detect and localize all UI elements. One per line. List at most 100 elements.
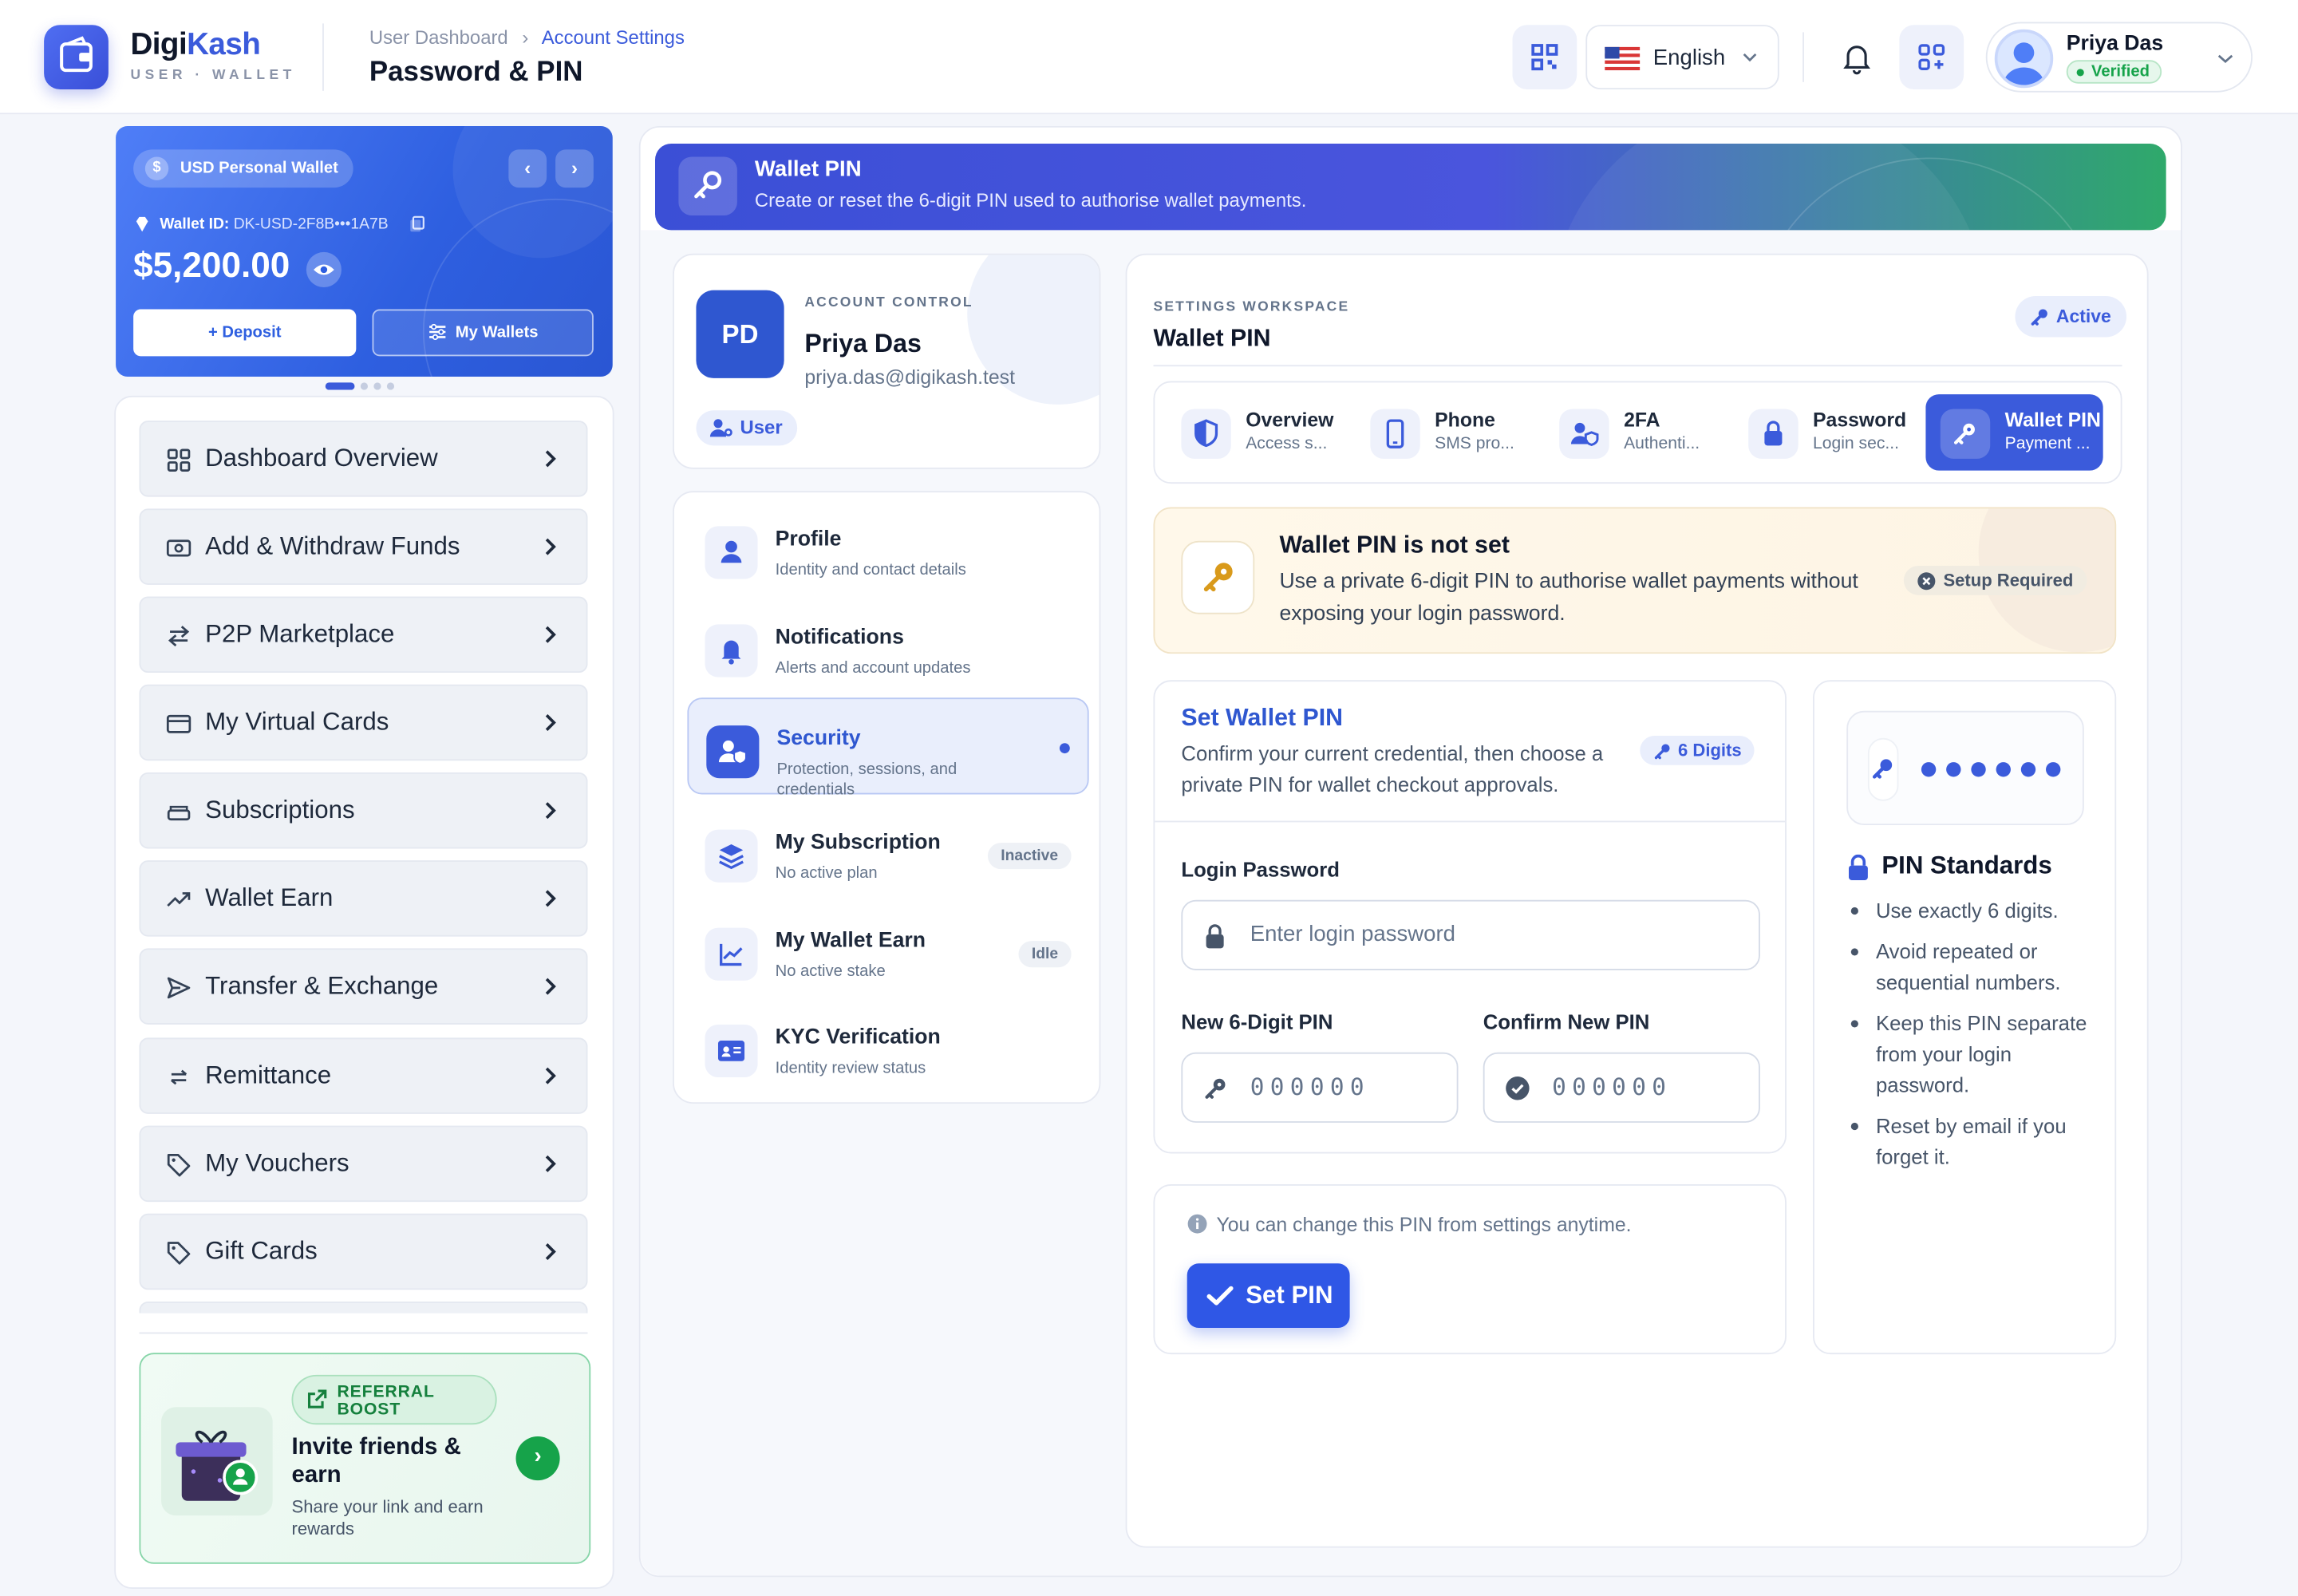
language-label: English (1652, 45, 1726, 71)
sidebar-item-subscriptions[interactable]: Subscriptions (139, 772, 588, 849)
tab-phone[interactable]: Phone SMS pro... (1356, 394, 1531, 471)
tab-overview[interactable]: Overview Access s... (1167, 394, 1342, 471)
sidebar-divider (139, 1332, 588, 1334)
card-icon (166, 714, 192, 733)
tab-title: Password (1812, 409, 1907, 431)
my-wallets-button[interactable]: My Wallets (372, 309, 594, 357)
copy-icon[interactable] (409, 215, 424, 233)
list-item: Use exactly 6 digits. (1850, 895, 2099, 926)
menu-item-my-subscription[interactable]: My Subscription No active plan Inactive (687, 804, 1088, 900)
confirm-pin-input[interactable]: 000000 (1483, 1052, 1760, 1123)
menu-item-notifications[interactable]: Notifications Alerts and account updates (687, 598, 1088, 694)
tab-subtitle: Login sec... (1812, 435, 1900, 453)
brand-name[interactable]: DigiKash (130, 28, 260, 63)
chevron-right-icon (545, 626, 556, 643)
list-item: Reset by email if you forget it. (1850, 1111, 2099, 1172)
sidebar-item-add-withdraw-funds[interactable]: Add & Withdraw Funds (139, 508, 588, 585)
menu-item-my-wallet-earn[interactable]: My Wallet Earn No active stake Idle (687, 902, 1088, 998)
wallet-balance: $5,200.00 (133, 246, 290, 286)
check-circle-icon (1506, 1077, 1530, 1100)
key-icon (678, 156, 737, 215)
sidebar-item-gift-cards[interactable]: Gift Cards (139, 1213, 588, 1290)
settings-workspace: SETTINGS WORKSPACE Wallet PIN Active Ove… (1125, 253, 2149, 1548)
trend-up-icon (167, 892, 191, 907)
user-icon (705, 526, 758, 579)
deposit-button[interactable]: + Deposit (133, 309, 357, 357)
gift-illustration-icon (161, 1407, 273, 1516)
sidebar-item-partial[interactable] (139, 1301, 588, 1314)
tab-subtitle: Payment ... (2004, 435, 2091, 453)
key-icon (1181, 540, 1255, 614)
menu-item-security[interactable]: Security Protection, sessions, and crede… (687, 697, 1089, 799)
sidebar-item-wallet-earn[interactable]: Wallet Earn (139, 860, 588, 937)
sidebar-item-remittance[interactable]: Remittance (139, 1037, 588, 1114)
wallet-selector[interactable]: $ USD Personal Wallet (133, 149, 353, 188)
new-pin-input[interactable]: 000000 (1181, 1052, 1459, 1123)
tab-2fa[interactable]: 2FA Authenti... (1545, 394, 1720, 471)
layers-icon (705, 829, 758, 883)
new-pin-placeholder: 000000 (1250, 1073, 1370, 1101)
sidebar-item-label: Gift Cards (205, 1237, 318, 1266)
tab-subtitle: Authenti... (1624, 435, 1700, 453)
tab-title: Overview (1246, 409, 1334, 431)
menu-item-subtitle: No active stake (775, 962, 886, 981)
tab-subtitle: Access s... (1246, 435, 1328, 453)
prev-wallet-button[interactable]: ‹ (508, 149, 547, 188)
eye-icon[interactable] (306, 251, 342, 287)
external-link-icon (307, 1389, 327, 1408)
apps-button[interactable] (1899, 25, 1964, 90)
sidebar-item-label: Remittance (205, 1061, 332, 1089)
swap-icon (168, 626, 190, 647)
set-pin-form: Set Wallet PIN Confirm your current cred… (1153, 680, 1787, 1154)
set-pin-button[interactable]: Set PIN (1187, 1263, 1350, 1329)
close-circle-icon (1917, 572, 1936, 591)
notifications-bell-icon[interactable] (1838, 40, 1876, 78)
breadcrumb-root[interactable]: User Dashboard (369, 26, 508, 49)
avatar (1994, 29, 2054, 89)
status-badge: Inactive (987, 843, 1072, 870)
user-menu[interactable]: Priya Das Verified (1985, 22, 2253, 93)
banner-title: Wallet PIN (754, 156, 862, 182)
sidebar-item-transfer-exchange[interactable]: Transfer & Exchange (139, 948, 588, 1025)
login-password-placeholder: Enter login password (1250, 922, 1455, 947)
sidebar-item-p2p-marketplace[interactable]: P2P Marketplace (139, 596, 588, 674)
pin-dots-icon (1867, 737, 2061, 801)
wallet-pin-banner: Wallet PIN Create or reset the 6-digit P… (655, 143, 2166, 231)
workspace-title: Wallet PIN (1153, 325, 1271, 352)
confirm-pin-label: Confirm New PIN (1483, 1009, 1650, 1033)
sidebar-item-dashboard-overview[interactable]: Dashboard Overview (139, 421, 588, 497)
tab-password[interactable]: Password Login sec... (1734, 394, 1913, 471)
tab-title: Wallet PIN (2004, 409, 2101, 431)
form-subtitle: Confirm your current credential, then ch… (1181, 741, 1604, 796)
sidebar-item-my-vouchers[interactable]: My Vouchers (139, 1125, 588, 1203)
menu-item-kyc-verification[interactable]: KYC Verification Identity review status (687, 998, 1088, 1095)
menu-item-profile[interactable]: Profile Identity and contact details (687, 500, 1088, 596)
wallet-logo-icon[interactable] (44, 25, 109, 90)
menu-item-title: Security (776, 727, 861, 751)
lock-icon (1848, 854, 1868, 880)
menu-item-subtitle: No active plan (775, 864, 878, 883)
pin-standards-title: PIN Standards (1881, 851, 2052, 880)
next-wallet-button[interactable]: › (555, 149, 594, 188)
key-icon (2031, 309, 2047, 326)
sidebar-item-my-virtual-cards[interactable]: My Virtual Cards (139, 684, 588, 761)
qr-scan-button[interactable] (1512, 25, 1577, 90)
chevron-right-icon (545, 978, 556, 995)
settings-menu: Profile Identity and contact details Not… (673, 491, 1101, 1104)
chevron-right-icon (545, 890, 556, 907)
profile-name: Priya Das (804, 328, 922, 358)
referral-go-button[interactable]: › (515, 1436, 560, 1481)
language-selector[interactable]: English (1585, 25, 1779, 90)
sidebar-item-label: My Virtual Cards (205, 708, 389, 737)
breadcrumb-current[interactable]: Account Settings (542, 26, 685, 49)
wallet-card: $ USD Personal Wallet ‹ › Wallet ID: DK-U… (116, 125, 613, 377)
sidebar-item-label: Transfer & Exchange (205, 971, 439, 1000)
pin-standards-list: Use exactly 6 digits. Avoid repeated or … (1850, 895, 2099, 1183)
verified-badge: Verified (2066, 60, 2162, 84)
login-password-input[interactable]: Enter login password (1181, 899, 1760, 970)
tab-wallet-pin[interactable]: Wallet PIN Payment ... (1925, 394, 2103, 471)
status-badge: Active (2015, 296, 2126, 338)
list-item: Avoid repeated or sequential numbers. (1850, 937, 2099, 998)
referral-card[interactable]: REFERRAL BOOST Invite friends & earn Sha… (139, 1353, 591, 1564)
sidebar-item-label: Dashboard Overview (205, 444, 438, 472)
